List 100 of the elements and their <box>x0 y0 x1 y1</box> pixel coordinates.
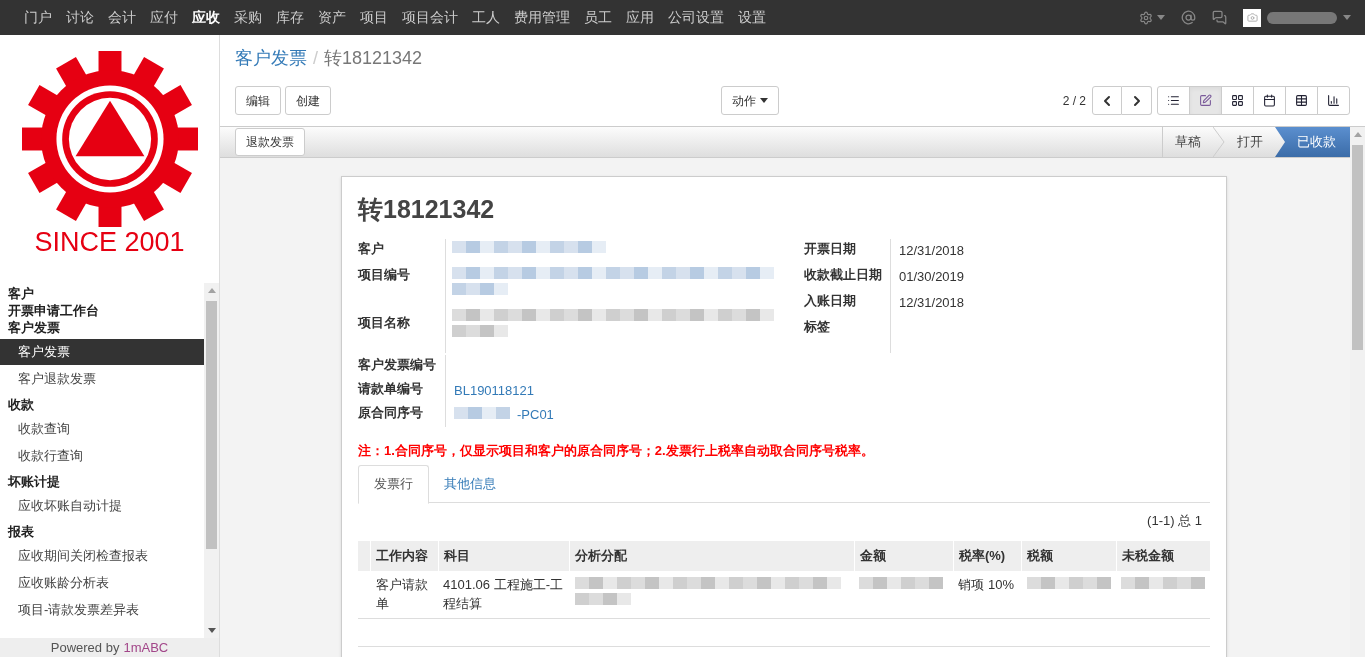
field-value: 12/31/2018 <box>899 243 965 258</box>
field-label: 开票日期 <box>804 240 857 258</box>
at-sign-icon[interactable] <box>1181 10 1196 25</box>
sidebar-heading: 客户发票 <box>7 319 61 336</box>
menu-item[interactable]: 设置 <box>731 7 773 28</box>
menu-item[interactable]: 应付 <box>143 7 185 28</box>
menu-item[interactable]: 公司设置 <box>661 7 731 28</box>
powered-by-text: Powered by <box>50 638 120 657</box>
field-label: 收款截止日期 <box>804 266 883 284</box>
stage-step[interactable]: 已收款 <box>1275 127 1350 157</box>
logo-icon <box>21 51 198 227</box>
edit-icon <box>1199 94 1212 107</box>
settings-menu[interactable] <box>1139 10 1165 25</box>
form-tab[interactable]: 其他信息 <box>429 464 511 504</box>
menu-item[interactable]: 采购 <box>227 7 269 28</box>
sidebar-item[interactable]: 应收坏账自动计提 <box>0 493 204 519</box>
brand-link[interactable]: 1mABC <box>123 637 169 657</box>
menu-item[interactable]: 应用 <box>619 7 661 28</box>
column-header: 金额 <box>854 540 954 571</box>
menu-item[interactable]: 费用管理 <box>507 7 577 28</box>
field-label: 项目名称 <box>358 314 411 332</box>
field-label: 原合同序号 <box>358 404 424 422</box>
stage-step[interactable]: 打开 <box>1225 127 1275 157</box>
menu-item[interactable]: 项目会计 <box>395 7 465 28</box>
table-cell: 销项 10% <box>958 576 1015 592</box>
column-header: 税额 <box>1021 540 1116 571</box>
sidebar-heading: 开票申请工作台 <box>7 302 100 319</box>
sidebar-heading: 坏账计提 <box>6 473 61 490</box>
bar-chart-icon <box>1327 94 1340 107</box>
record-title: 转18121342 <box>358 194 496 225</box>
avatar <box>1243 8 1261 27</box>
next-button[interactable] <box>1122 86 1152 115</box>
menu-item[interactable]: 资产 <box>311 7 353 28</box>
menu-item[interactable]: 讨论 <box>59 7 101 28</box>
user-menu[interactable] <box>1243 8 1351 27</box>
pager-text: 2 / 2 <box>1062 92 1086 110</box>
field-label: 客户发票编号 <box>358 356 437 374</box>
view-switch-button[interactable] <box>1285 86 1318 115</box>
caret-icon <box>1157 15 1165 20</box>
request-link[interactable]: BL190118121 <box>454 381 534 401</box>
table-cell: 客户请款单 <box>375 576 428 611</box>
view-switch-button[interactable] <box>1189 86 1222 115</box>
sidebar-item[interactable]: 应收账龄分析表 <box>0 570 204 596</box>
scroll-down-icon[interactable] <box>207 628 216 633</box>
logo-text: SINCE 2001 <box>34 229 185 256</box>
menu-item[interactable]: 应收 <box>185 7 227 28</box>
table-icon <box>1295 94 1308 107</box>
toolbar-button[interactable]: 编辑 <box>235 86 281 115</box>
sidebar-item[interactable]: 应收期间关闭检查报表 <box>0 543 204 569</box>
sidebar-heading: 报表 <box>6 523 35 540</box>
view-switch-button[interactable] <box>1221 86 1254 115</box>
sidebar-item[interactable]: 客户退款发票 <box>0 366 204 392</box>
menu-item[interactable]: 门户 <box>17 7 59 28</box>
field-label: 标签 <box>804 318 831 336</box>
column-header: 税率(%) <box>953 540 1022 571</box>
action-dropdown[interactable]: 动作 <box>721 86 779 115</box>
breadcrumb-current: 转18121342 <box>324 46 423 70</box>
menu-item[interactable]: 员工 <box>577 7 619 28</box>
grid-icon <box>1231 94 1244 107</box>
toolbar-button[interactable]: 创建 <box>285 86 331 115</box>
lines-pager: (1-1) 总 1 <box>1147 511 1202 530</box>
menu-item[interactable]: 项目 <box>353 7 395 28</box>
caret-icon <box>760 98 768 103</box>
list-icon <box>1167 94 1180 107</box>
calendar-icon <box>1263 94 1276 107</box>
form-tab[interactable]: 发票行 <box>358 464 429 504</box>
previous-button[interactable] <box>1092 86 1122 115</box>
note-text: 注：1.合同序号，仅显示项目和客户的原合同序号；2.发票行上税率自动取合同序号税率。 <box>358 442 875 460</box>
view-switch-button[interactable] <box>1317 86 1350 115</box>
sidebar-heading: 客户 <box>7 285 35 302</box>
field-label: 请款单编号 <box>358 380 424 398</box>
sidebar-item[interactable]: 项目-请款发票差异表 <box>0 597 204 623</box>
breadcrumb-link[interactable]: 客户发票 <box>235 44 307 72</box>
scrollbar[interactable] <box>204 283 219 638</box>
view-switch-button[interactable] <box>1253 86 1286 115</box>
column-header: 科目 <box>438 540 570 571</box>
settings-icon <box>1139 10 1153 25</box>
scrollbar[interactable] <box>1350 127 1365 657</box>
contract-link[interactable]: -PC01 <box>517 405 554 425</box>
field-label: 项目编号 <box>358 266 411 284</box>
column-header: 工作内容 <box>370 540 439 571</box>
sidebar-item[interactable]: 收款查询 <box>0 416 204 442</box>
refund-button[interactable]: 退款发票 <box>235 128 305 156</box>
table-cell: 4101.06 工程施工-工程结算 <box>443 576 563 611</box>
column-header: 分析分配 <box>569 540 855 571</box>
field-value: 12/31/2018 <box>899 295 965 310</box>
sidebar-item[interactable]: 收款行查询 <box>0 443 204 469</box>
chat-icon[interactable] <box>1212 10 1227 25</box>
field-label: 入账日期 <box>804 292 857 310</box>
view-switch-button[interactable] <box>1157 86 1190 115</box>
breadcrumb-separator: / <box>312 46 319 70</box>
sidebar-item[interactable]: 客户发票 <box>0 339 204 365</box>
menu-item[interactable]: 会计 <box>101 7 143 28</box>
field-value: 01/30/2019 <box>899 269 965 284</box>
blurred-text <box>1267 9 1337 26</box>
column-header: 未税金额 <box>1116 540 1210 571</box>
stage-step[interactable]: 草稿 <box>1163 127 1213 157</box>
menu-item[interactable]: 库存 <box>269 7 311 28</box>
menu-item[interactable]: 工人 <box>465 7 507 28</box>
field-label: 客户 <box>358 240 385 258</box>
